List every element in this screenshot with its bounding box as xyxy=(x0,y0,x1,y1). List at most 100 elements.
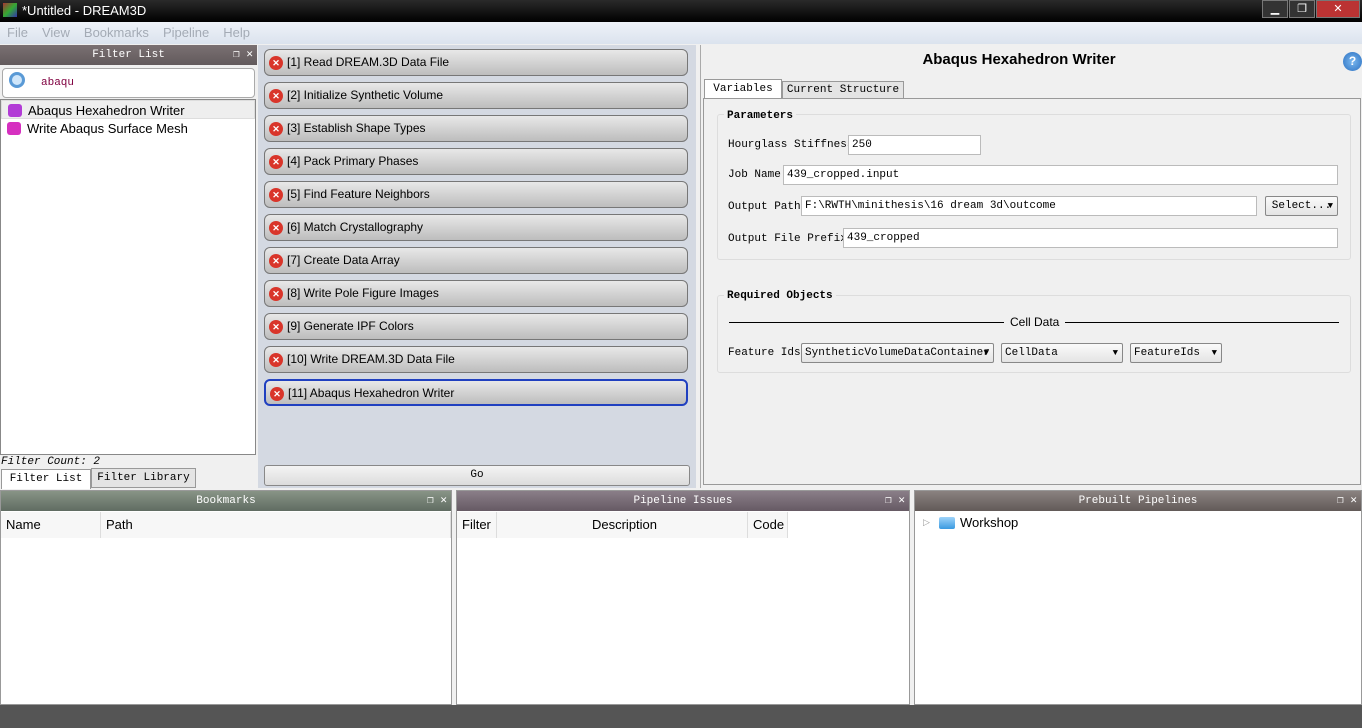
filter-list-panel: Filter List ❐ ✕ abaqu Abaqus Hexahedron W… xyxy=(0,45,257,489)
pipeline-filter-item[interactable]: ✕ [10] Write DREAM.3D Data File xyxy=(264,346,688,373)
tab-filter-list[interactable]: Filter List xyxy=(1,469,91,489)
error-icon: ✕ xyxy=(269,188,283,202)
error-icon: ✕ xyxy=(270,387,284,401)
filter-cube-icon xyxy=(7,122,21,135)
pipeline-filter-item[interactable]: ✕ [8] Write Pole Figure Images xyxy=(264,280,688,307)
pipeline-filter-item[interactable]: ✕ [3] Establish Shape Types xyxy=(264,115,688,142)
filter-item-label: Abaqus Hexahedron Writer xyxy=(28,103,185,118)
column-header-filter[interactable]: Filter xyxy=(457,512,497,538)
go-button[interactable]: Go xyxy=(264,465,690,486)
cell-data-label: Cell Data xyxy=(1004,315,1066,329)
filter-list: Abaqus Hexahedron Writer Write Abaqus Su… xyxy=(0,99,256,455)
pipeline-view: ✕ [1] Read DREAM.3D Data File ✕ [2] Initial… xyxy=(258,45,696,488)
pipeline-filter-label: [5] Find Feature Neighbors xyxy=(287,187,430,201)
pipeline-filter-label: [8] Write Pole Figure Images xyxy=(287,286,439,300)
filter-item[interactable]: Write Abaqus Surface Mesh xyxy=(1,119,255,138)
dock-buttons[interactable]: ❐ ✕ xyxy=(885,491,905,511)
error-icon: ✕ xyxy=(269,56,283,70)
output-prefix-input[interactable]: 439_cropped xyxy=(843,228,1338,248)
pipeline-filter-label: [2] Initialize Synthetic Volume xyxy=(287,88,444,102)
menu-pipeline[interactable]: Pipeline xyxy=(156,22,216,43)
panel-title: Pipeline Issues xyxy=(633,495,733,507)
menu-help[interactable]: Help xyxy=(216,22,257,43)
pipeline-filter-label: [6] Match Crystallography xyxy=(287,220,424,234)
app-icon xyxy=(3,3,17,17)
error-icon: ✕ xyxy=(269,221,283,235)
tree-item-workshop[interactable]: Workshop xyxy=(960,515,1018,530)
hourglass-label: Hourglass Stiffness xyxy=(728,139,854,151)
output-path-input[interactable]: F:\RWTH\minithesis\16 dream 3d\outcome xyxy=(801,196,1257,216)
pipeline-filter-item[interactable]: ✕ [11] Abaqus Hexahedron Writer xyxy=(264,379,688,406)
job-name-input[interactable]: 439_cropped.input xyxy=(783,165,1338,185)
panel-title: Prebuilt Pipelines xyxy=(1078,495,1198,507)
filter-list-header: Filter List ❐ ✕ xyxy=(0,45,257,65)
filter-count: Filter Count: 2 xyxy=(1,456,101,468)
pipeline-filter-item[interactable]: ✕ [5] Find Feature Neighbors xyxy=(264,181,688,208)
error-icon: ✕ xyxy=(269,320,283,334)
help-icon[interactable]: ? xyxy=(1343,52,1362,71)
output-path-label: Output Path xyxy=(728,201,801,213)
filter-item[interactable]: Abaqus Hexahedron Writer xyxy=(1,100,255,119)
dock-buttons[interactable]: ❐ ✕ xyxy=(1337,491,1357,511)
data-array-select[interactable]: FeatureIds xyxy=(1130,343,1222,363)
error-icon: ✕ xyxy=(269,155,283,169)
title-bar: *Untitled - DREAM3D ▁ ❐ ✕ xyxy=(0,0,1362,22)
select-button[interactable]: Select... xyxy=(1265,196,1338,216)
tab-variables[interactable]: Variables xyxy=(704,79,782,100)
expand-arrow-icon[interactable]: ▷ xyxy=(923,517,930,528)
pipeline-filter-label: [1] Read DREAM.3D Data File xyxy=(287,55,450,69)
filter-item-label: Write Abaqus Surface Mesh xyxy=(27,121,188,136)
dock-buttons[interactable]: ❐ ✕ xyxy=(233,45,253,65)
prebuilt-header: Prebuilt Pipelines ❐ ✕ xyxy=(915,491,1361,511)
prebuilt-pipelines-dock: Prebuilt Pipelines ❐ ✕ ▷ Workshop xyxy=(914,490,1362,705)
pipeline-filter-item[interactable]: ✕ [1] Read DREAM.3D Data File xyxy=(264,49,688,76)
dock-buttons[interactable]: ❐ ✕ xyxy=(427,491,447,511)
error-icon: ✕ xyxy=(269,122,283,136)
variables-page: Parameters Hourglass Stiffness 250 Job N… xyxy=(703,98,1361,485)
select-label: Select... xyxy=(1271,200,1332,212)
window-title: *Untitled - DREAM3D xyxy=(22,3,147,18)
job-name-label: Job Name xyxy=(728,169,781,181)
pipeline-issues-dock: Pipeline Issues ❐ ✕ Filter Description Co… xyxy=(456,490,910,705)
feature-ids-label: Feature Ids xyxy=(728,347,801,359)
close-button[interactable]: ✕ xyxy=(1316,0,1360,18)
menu-bookmarks[interactable]: Bookmarks xyxy=(77,22,156,43)
pipeline-filter-item[interactable]: ✕ [2] Initialize Synthetic Volume xyxy=(264,82,688,109)
status-bar xyxy=(0,705,1362,728)
panel-title: Filter List xyxy=(92,49,165,61)
pipeline-filter-item[interactable]: ✕ [7] Create Data Array xyxy=(264,247,688,274)
tab-current-structure[interactable]: Current Structure xyxy=(782,81,904,99)
column-header-code[interactable]: Code xyxy=(748,512,788,538)
menu-bar: File View Bookmarks Pipeline Help xyxy=(0,22,1362,44)
bookmarks-dock: Bookmarks ❐ ✕ Name Path xyxy=(0,490,452,705)
pipeline-filter-label: [7] Create Data Array xyxy=(287,253,400,267)
pipeline-filter-label: [3] Establish Shape Types xyxy=(287,121,426,135)
bookmarks-header: Bookmarks ❐ ✕ xyxy=(1,491,451,511)
column-header-description[interactable]: Description xyxy=(497,512,748,538)
tab-filter-library[interactable]: Filter Library xyxy=(91,468,196,488)
parameters-title: Parameters xyxy=(724,110,797,122)
pipeline-filter-item[interactable]: ✕ [4] Pack Primary Phases xyxy=(264,148,688,175)
pipeline-filter-item[interactable]: ✕ [9] Generate IPF Colors xyxy=(264,313,688,340)
column-header-name[interactable]: Name xyxy=(1,512,101,538)
pipeline-filter-item[interactable]: ✕ [6] Match Crystallography xyxy=(264,214,688,241)
data-container-select[interactable]: SyntheticVolumeDataContainer xyxy=(801,343,994,363)
column-header-path[interactable]: Path xyxy=(101,512,451,538)
filter-search-input[interactable]: abaqu xyxy=(2,68,255,98)
search-icon xyxy=(9,72,25,88)
minimize-button[interactable]: ▁ xyxy=(1262,0,1288,18)
restore-button[interactable]: ❐ xyxy=(1289,0,1315,18)
filter-cube-icon xyxy=(8,104,22,117)
pipeline-filter-label: [4] Pack Primary Phases xyxy=(287,154,419,168)
pipeline-filter-label: [9] Generate IPF Colors xyxy=(287,319,414,333)
hourglass-stiffness-input[interactable]: 250 xyxy=(848,135,981,155)
filter-input-panel: Abaqus Hexahedron Writer ? Variables Cur… xyxy=(700,45,1362,488)
menu-file[interactable]: File xyxy=(0,22,35,43)
error-icon: ✕ xyxy=(269,89,283,103)
menu-view[interactable]: View xyxy=(35,22,77,43)
attribute-matrix-select[interactable]: CellData xyxy=(1001,343,1123,363)
folder-icon xyxy=(939,517,955,529)
issues-header: Pipeline Issues ❐ ✕ xyxy=(457,491,909,511)
search-value: abaqu xyxy=(41,77,75,89)
required-objects-title: Required Objects xyxy=(724,290,836,302)
